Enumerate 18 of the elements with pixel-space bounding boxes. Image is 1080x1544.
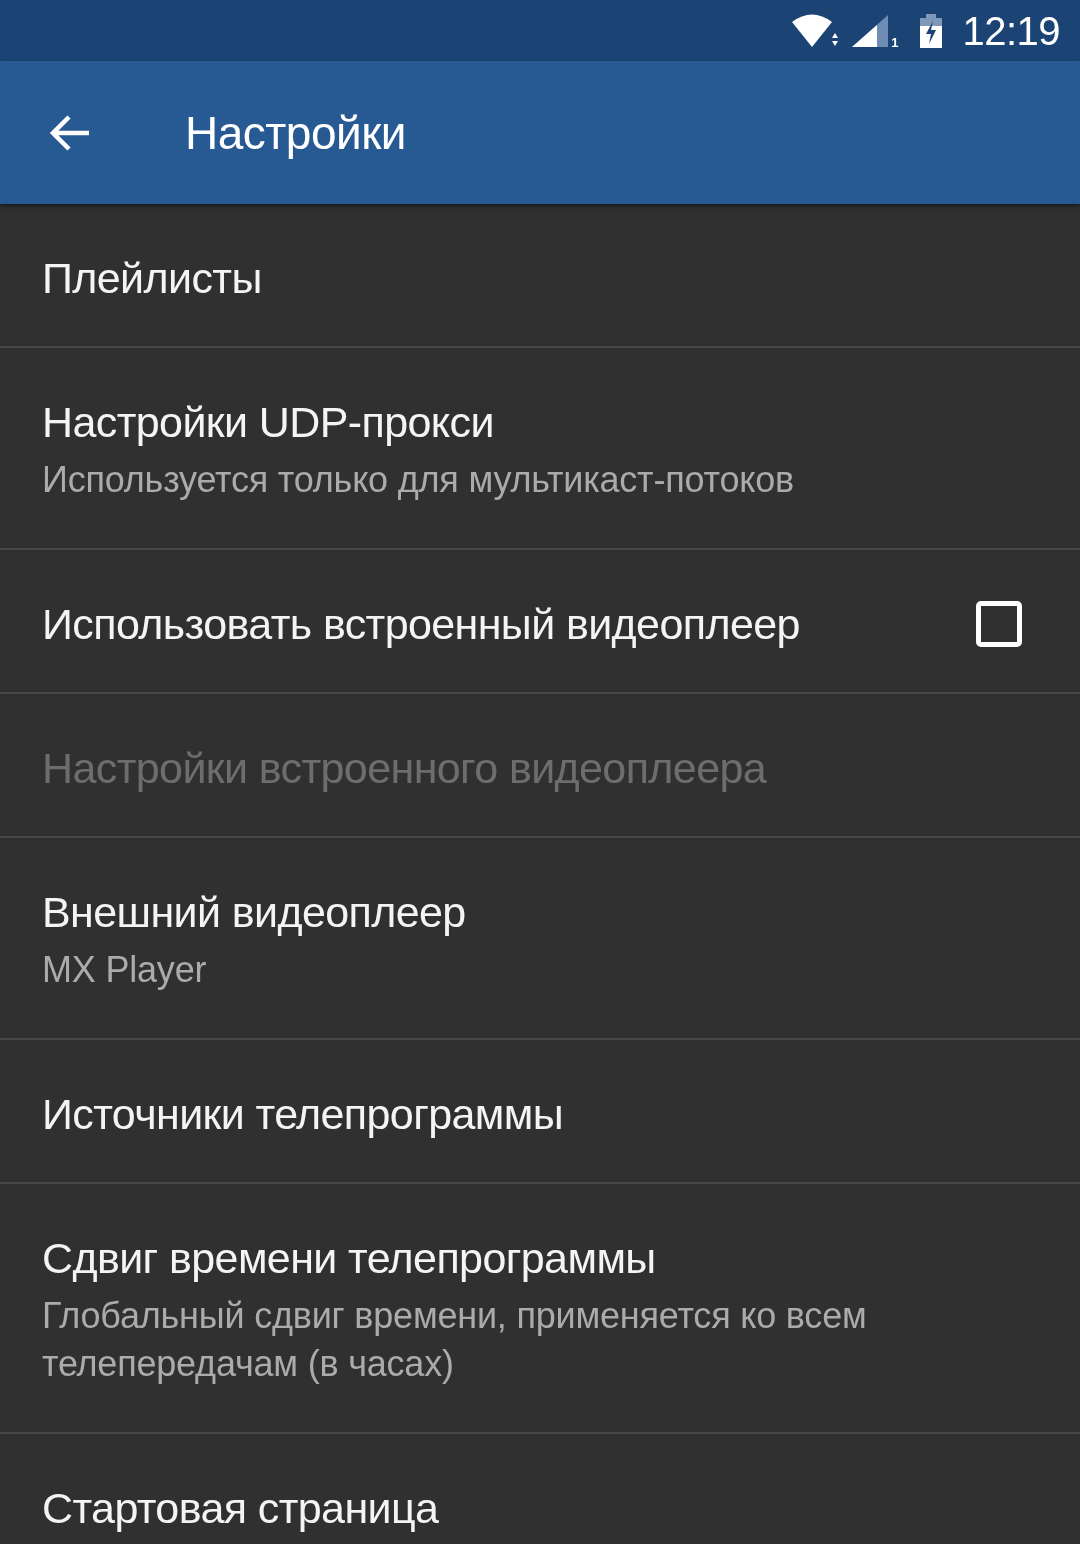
setting-summary: MX Player bbox=[42, 948, 208, 992]
setting-title[interactable]: Настройки UDP-прокси bbox=[42, 398, 1022, 446]
clock-time: 12:19 bbox=[962, 8, 1060, 53]
battery-charging-icon bbox=[920, 13, 943, 48]
wifi-icon bbox=[792, 13, 839, 48]
sim-number: 1 bbox=[891, 36, 899, 50]
screen-title: Настройки bbox=[185, 105, 407, 161]
setting-title[interactable]: Плейлисты bbox=[42, 254, 1022, 302]
setting-title[interactable]: Сдвиг времени телепрограммы bbox=[42, 1234, 1022, 1282]
setting-title[interactable]: Источники телепрограммы bbox=[42, 1090, 1022, 1138]
setting-summary: Используется только для мультикаст-потоков bbox=[42, 458, 795, 502]
setting-summary: Глобальный сдвиг времени, применяется ко всем телепередачам (в часах) bbox=[42, 1294, 868, 1386]
checkbox[interactable] bbox=[976, 601, 1022, 647]
setting-title[interactable]: Использовать встроенный видеоплеер bbox=[42, 600, 976, 648]
signal-icon bbox=[852, 14, 889, 47]
setting-title[interactable]: Стартовая страница bbox=[42, 1484, 1022, 1532]
setting-title[interactable]: Внешний видеоплеер bbox=[42, 888, 1022, 936]
back-arrow-icon bbox=[49, 113, 91, 152]
